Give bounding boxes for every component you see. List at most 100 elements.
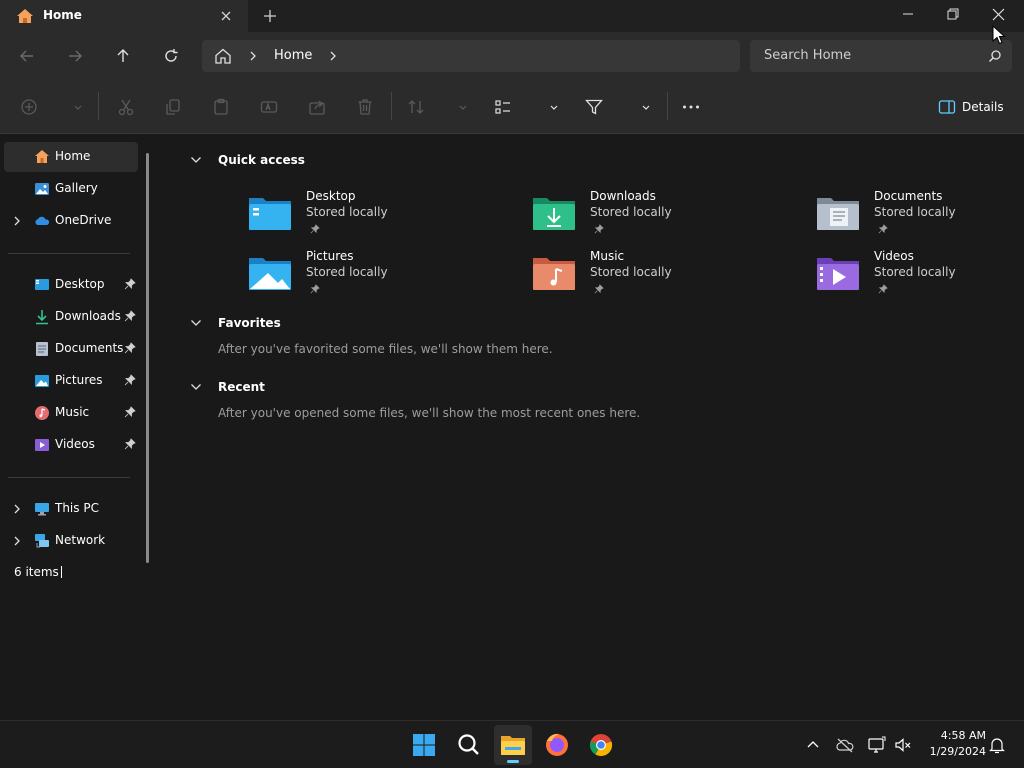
clock-date[interactable]: 1/29/2024	[916, 745, 986, 758]
search-icon[interactable]	[450, 727, 486, 763]
network-status-icon[interactable]	[867, 735, 887, 755]
pin-icon[interactable]	[124, 406, 136, 421]
sidebar-item-downloads[interactable]: Downloads	[4, 302, 138, 332]
tile-status: Stored locally	[306, 265, 388, 279]
navigation-pane: Home Gallery OneDrive Desktop Downloads	[0, 135, 158, 720]
pin-icon[interactable]	[124, 310, 136, 325]
forward-arrow-icon[interactable]	[63, 44, 87, 68]
sidebar-item-home[interactable]: Home	[4, 142, 138, 172]
tab-home[interactable]: Home	[0, 0, 248, 32]
sidebar-scrollbar[interactable]	[146, 153, 149, 563]
share-icon[interactable]	[307, 97, 327, 117]
paste-icon[interactable]	[211, 97, 231, 117]
sidebar-item-label: Documents	[55, 341, 124, 355]
pin-icon	[310, 283, 320, 297]
chevron-right-icon[interactable]	[248, 50, 258, 65]
firefox-icon[interactable]	[539, 727, 575, 763]
quick-access-tile-pictures[interactable]: Pictures Stored locally	[248, 249, 488, 305]
delete-icon[interactable]	[355, 97, 375, 117]
minimize-icon[interactable]	[892, 0, 924, 32]
pin-icon	[878, 223, 888, 237]
sidebar-item-videos[interactable]: Videos	[4, 430, 138, 460]
sidebar-item-label: Network	[55, 533, 106, 547]
sidebar-item-label: OneDrive	[55, 213, 112, 227]
cut-icon[interactable]	[116, 97, 136, 117]
sort-icon[interactable]	[406, 97, 426, 117]
pin-icon[interactable]	[124, 342, 136, 357]
quick-access-tile-documents[interactable]: Documents Stored locally	[816, 189, 1024, 245]
divider	[391, 92, 392, 120]
search-icon[interactable]	[988, 49, 1002, 66]
sidebar-item-documents[interactable]: Documents	[4, 334, 138, 364]
videos-folder-icon	[816, 253, 860, 293]
notification-bell-icon[interactable]	[987, 735, 1007, 755]
sidebar-item-music[interactable]: Music	[4, 398, 138, 428]
sidebar-item-desktop[interactable]: Desktop	[4, 270, 138, 300]
sidebar-item-network[interactable]: Network	[4, 526, 138, 556]
tab-close-icon[interactable]	[216, 6, 236, 26]
start-icon[interactable]	[406, 727, 442, 763]
back-arrow-icon[interactable]	[15, 44, 39, 68]
pin-icon	[310, 223, 320, 237]
file-explorer-icon[interactable]	[495, 727, 531, 763]
pin-icon	[878, 283, 888, 297]
tile-status: Stored locally	[874, 205, 956, 219]
chevron-right-icon[interactable]	[12, 503, 22, 518]
quick-access-tile-videos[interactable]: Videos Stored locally	[816, 249, 1024, 305]
pin-icon[interactable]	[124, 438, 136, 453]
downloads-icon	[34, 309, 50, 325]
chevron-right-icon[interactable]	[12, 535, 22, 550]
sidebar-item-onedrive[interactable]: OneDrive	[4, 206, 138, 236]
chevron-down-icon[interactable]	[453, 97, 473, 117]
chevron-down-icon[interactable]	[190, 381, 202, 395]
filter-icon[interactable]	[584, 97, 604, 117]
chrome-icon[interactable]	[583, 727, 619, 763]
chevron-down-icon[interactable]	[636, 97, 656, 117]
search-input[interactable]: Search Home	[750, 40, 1012, 72]
chevron-right-icon[interactable]	[12, 215, 22, 230]
section-quick-access-title[interactable]: Quick access	[218, 153, 305, 167]
quick-access-tile-desktop[interactable]: Desktop Stored locally	[248, 189, 488, 245]
tile-name: Downloads	[590, 189, 656, 203]
home-icon[interactable]	[214, 48, 232, 67]
volume-muted-icon[interactable]	[893, 735, 913, 755]
copy-icon[interactable]	[163, 97, 183, 117]
rename-icon[interactable]	[259, 97, 279, 117]
chevron-down-icon[interactable]	[68, 97, 88, 117]
sidebar-item-gallery[interactable]: Gallery	[4, 174, 138, 204]
tile-status: Stored locally	[874, 265, 956, 279]
section-favorites-title[interactable]: Favorites	[218, 316, 281, 330]
pin-icon[interactable]	[124, 374, 136, 389]
breadcrumb[interactable]: Home	[274, 48, 312, 63]
chevron-down-icon[interactable]	[190, 317, 202, 331]
quick-access-tile-downloads[interactable]: Downloads Stored locally	[532, 189, 772, 245]
details-button[interactable]: Details	[938, 97, 1008, 117]
status-item-count: 6 items	[14, 565, 59, 579]
view-icon[interactable]	[493, 97, 513, 117]
sidebar-item-label: Home	[55, 149, 91, 163]
divider	[98, 92, 99, 120]
details-pane-icon	[938, 99, 956, 118]
new-tab-icon[interactable]	[259, 6, 281, 26]
more-options-icon[interactable]	[681, 97, 701, 117]
quick-access-tile-music[interactable]: Music Stored locally	[532, 249, 772, 305]
sidebar-item-this-pc[interactable]: This PC	[4, 494, 138, 524]
up-arrow-icon[interactable]	[111, 44, 135, 68]
chevron-up-icon[interactable]	[803, 735, 823, 755]
section-recent-title[interactable]: Recent	[218, 380, 265, 394]
sidebar-item-pictures[interactable]: Pictures	[4, 366, 138, 396]
chevron-down-icon[interactable]	[544, 97, 564, 117]
chevron-right-icon[interactable]	[328, 50, 338, 65]
chevron-down-icon[interactable]	[190, 154, 202, 168]
restore-icon[interactable]	[937, 0, 969, 32]
active-app-indicator	[507, 760, 519, 763]
clock-time[interactable]: 4:58 AM	[926, 729, 986, 742]
onedrive-offline-icon[interactable]	[835, 735, 855, 755]
sidebar-item-label: Downloads	[55, 309, 121, 323]
tile-status: Stored locally	[590, 265, 672, 279]
address-bar[interactable]: Home	[202, 40, 740, 72]
new-icon[interactable]	[19, 97, 39, 117]
refresh-icon[interactable]	[159, 44, 183, 68]
pin-icon[interactable]	[124, 278, 136, 293]
taskbar: 4:58 AM 1/29/2024	[0, 720, 1024, 768]
